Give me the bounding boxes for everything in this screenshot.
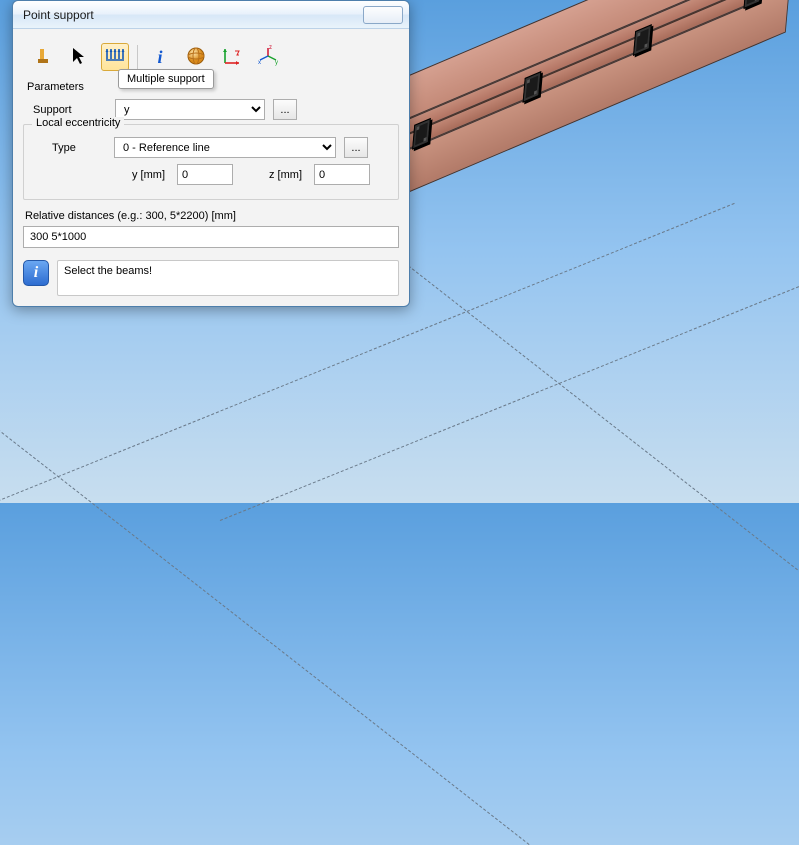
type-select[interactable]: 0 - Reference line [114,137,336,158]
toolbar-separator [137,45,138,69]
close-button[interactable] [363,6,403,24]
point-support-dialog: Point support [12,0,410,307]
type-browse-button[interactable]: ... [344,137,368,158]
svg-text:y: y [275,60,278,66]
coord-icon: z y x [257,45,279,70]
axis-button[interactable] [218,43,246,71]
z-input[interactable] [314,164,370,185]
dialog-title: Point support [23,8,363,22]
titlebar[interactable]: Point support [13,1,409,29]
pointer-icon [68,45,90,70]
single-support-icon [32,45,54,70]
axis-icon [221,45,243,70]
local-eccentricity-group: Local eccentricity Type 0 - Reference li… [23,124,399,200]
hint-info-icon: i [23,260,49,286]
single-support-button[interactable] [29,43,57,71]
support-label: Support [23,104,107,116]
eccentricity-legend: Local eccentricity [32,117,124,129]
hint-text: Select the beams! [57,260,399,296]
y-input[interactable] [177,164,233,185]
svg-text:z: z [269,45,272,51]
y-label: y [mm] [132,169,165,181]
sphere-icon [185,45,207,70]
multiple-support-button[interactable] [101,43,129,71]
support-select[interactable]: y [115,99,265,120]
distances-input[interactable] [23,226,399,248]
svg-text:x: x [258,60,261,66]
pointer-button[interactable] [65,43,93,71]
tooltip: Multiple support [118,69,214,89]
support-browse-button[interactable]: ... [273,99,297,120]
distances-label: Relative distances (e.g.: 300, 5*2200) [… [25,210,399,222]
info-icon: i [157,47,162,68]
coord-button[interactable]: z y x [254,43,282,71]
type-label: Type [32,142,106,154]
info-button[interactable]: i [146,43,174,71]
sphere-button[interactable] [182,43,210,71]
z-label: z [mm] [269,169,302,181]
multiple-support-icon [104,45,126,70]
